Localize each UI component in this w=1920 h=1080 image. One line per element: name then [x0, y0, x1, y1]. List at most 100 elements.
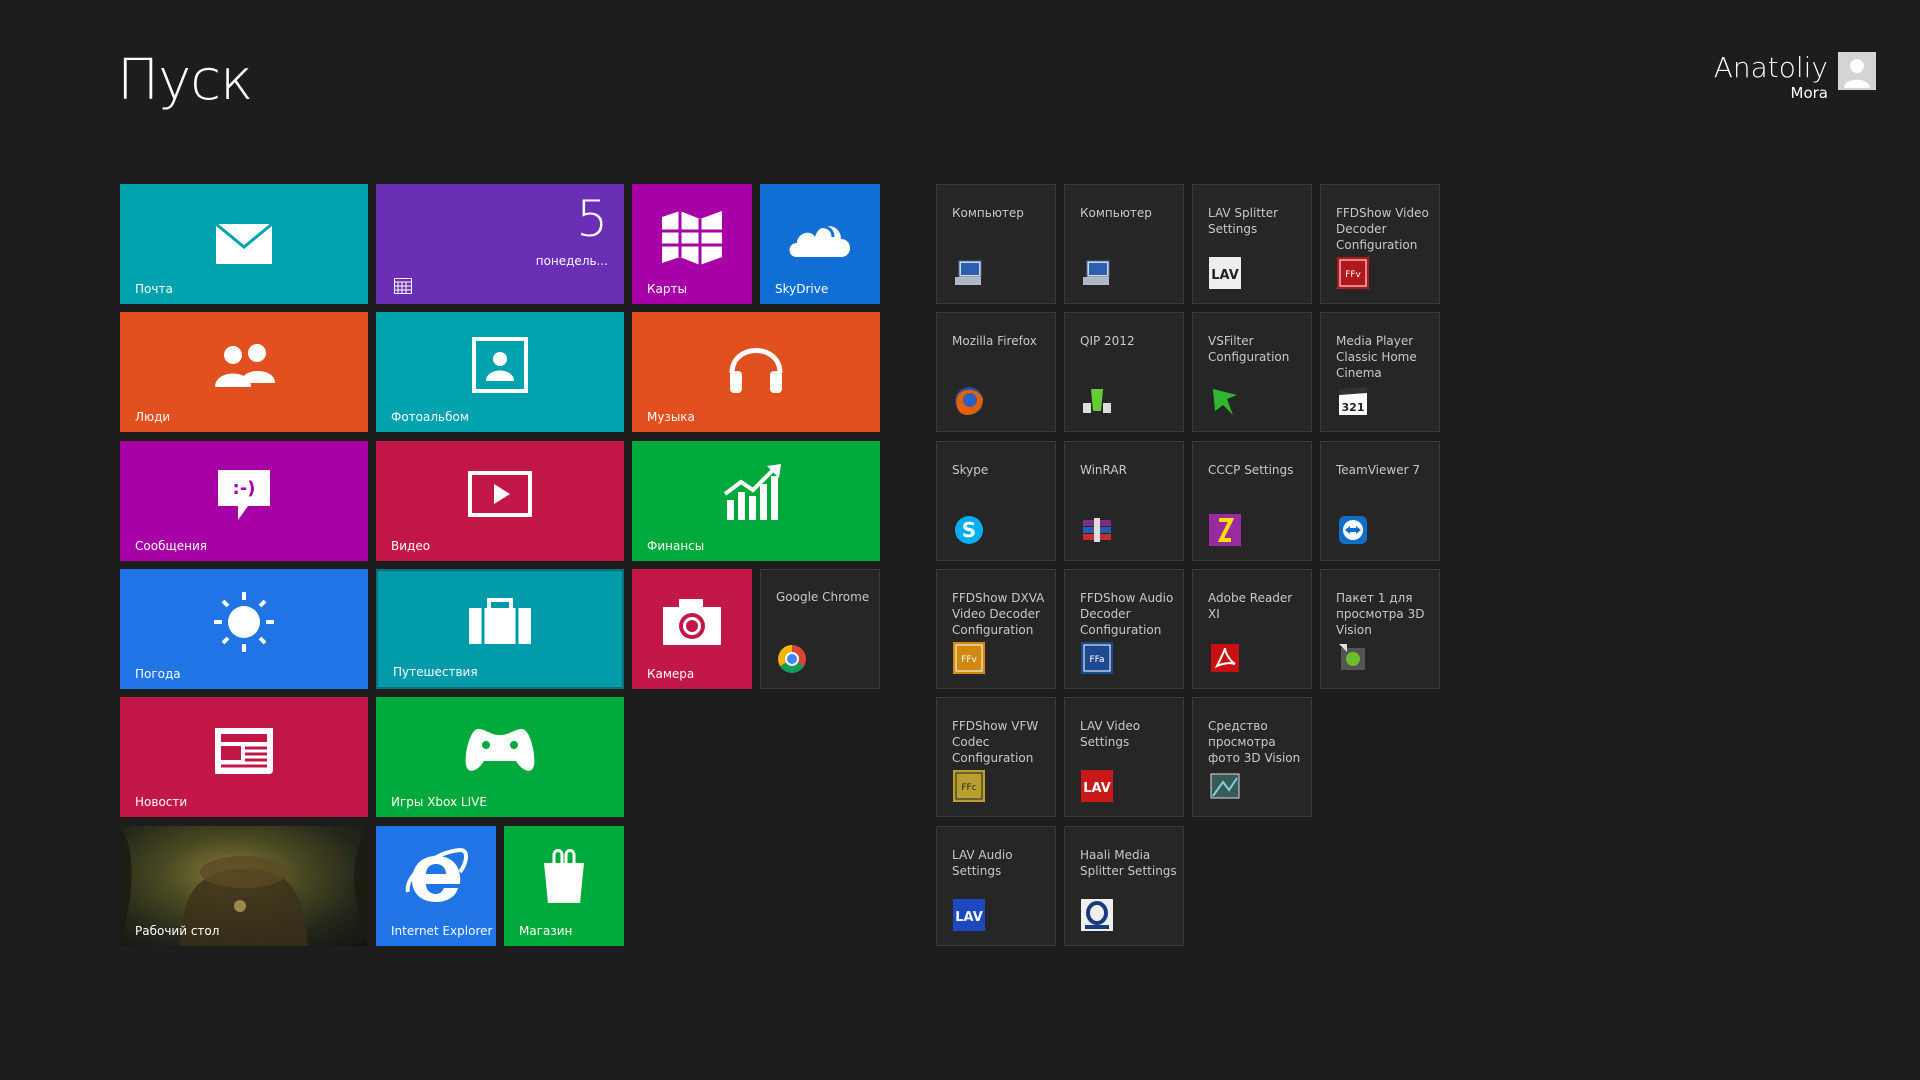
app-ffdshow-audio[interactable]: FFDShow Audio Decoder Configuration FFa: [1064, 569, 1184, 689]
vsfilter-icon: [1213, 389, 1237, 415]
teamviewer-icon: [1339, 516, 1367, 544]
app-label: Пакет 1 для просмотра 3D Vision: [1336, 591, 1425, 637]
computer-icon: [955, 260, 982, 285]
ffdshow-dxva-icon: FFv: [953, 642, 985, 674]
tile-maps[interactable]: Карты: [632, 184, 752, 304]
chrome-icon: [778, 645, 806, 673]
tile-finance[interactable]: Финансы: [632, 441, 880, 561]
app-3d-photo-viewer[interactable]: Средство просмотра фото 3D Vision: [1192, 697, 1312, 817]
tile-label: Новости: [135, 795, 188, 809]
chat-icon: :-): [218, 469, 270, 520]
app-3d-vision-pack[interactable]: Пакет 1 для просмотра 3D Vision: [1320, 569, 1440, 689]
photo-icon: [472, 336, 528, 393]
user-names: Anatoliy Mora: [1713, 51, 1828, 103]
cccp-icon: [1209, 514, 1241, 546]
app-cccp[interactable]: CCCP Settings: [1192, 441, 1312, 561]
newspaper-icon: [215, 727, 273, 774]
app-vsfilter[interactable]: VSFilter Configuration: [1192, 312, 1312, 432]
tile-label: Люди: [135, 410, 171, 424]
app-lav-video[interactable]: LAV Video Settings LAV: [1064, 697, 1184, 817]
chart-icon: [723, 464, 781, 521]
calendar-day: 5: [576, 190, 608, 248]
svg-text::-): :-): [233, 478, 256, 499]
tile-people[interactable]: Люди: [120, 312, 368, 432]
app-lav-splitter[interactable]: LAV Splitter Settings LAV: [1192, 184, 1312, 304]
tile-label: Путешествия: [393, 665, 478, 679]
tile-weather[interactable]: Погода: [120, 569, 368, 689]
tile-chrome[interactable]: Google Chrome: [760, 569, 880, 689]
app-label: Mozilla Firefox: [952, 334, 1037, 348]
3d-photo-icon: [1210, 773, 1240, 799]
ffdshow-icon: FFv: [1337, 257, 1369, 289]
skype-icon: S: [955, 516, 983, 544]
tile-desktop[interactable]: Рабочий стол: [120, 826, 368, 946]
app-label: FFDShow DXVA Video Decoder Configuration: [952, 591, 1045, 637]
qip-icon: [1083, 389, 1111, 413]
people-icon: [215, 343, 275, 387]
tile-calendar[interactable]: 5 понедель...: [376, 184, 624, 304]
svg-text:LAV: LAV: [1211, 268, 1239, 283]
lav-audio-icon: LAV: [953, 899, 985, 931]
app-label: CCCP Settings: [1208, 463, 1294, 477]
svg-text:FFv: FFv: [1345, 270, 1361, 280]
camera-icon: [663, 598, 721, 645]
tile-label: Камера: [647, 667, 695, 681]
tile-label: Рабочий стол: [135, 924, 220, 938]
svg-text:LAV: LAV: [955, 910, 983, 925]
tile-video[interactable]: Видео: [376, 441, 624, 561]
tile-label: Internet Explorer: [391, 924, 493, 938]
app-qip[interactable]: QIP 2012: [1064, 312, 1184, 432]
app-haali-splitter[interactable]: Haali Media Splitter Settings: [1064, 826, 1184, 946]
app-label: Haali Media Splitter Settings: [1080, 848, 1177, 878]
app-label: LAV Audio Settings: [952, 848, 1013, 878]
mail-icon: [215, 223, 273, 264]
user-last-name: Mora: [1790, 84, 1828, 102]
tile-camera[interactable]: Камера: [632, 569, 752, 689]
app-adobe-reader[interactable]: Adobe Reader XI: [1192, 569, 1312, 689]
tile-label: Почта: [135, 282, 173, 296]
app-label: Средство просмотра фото 3D Vision: [1208, 719, 1301, 765]
app-skype[interactable]: Skype S: [936, 441, 1056, 561]
app-computer[interactable]: Компьютер: [1064, 184, 1184, 304]
user-account[interactable]: Anatoliy Mora: [1714, 52, 1876, 102]
calendar-icon: [394, 278, 412, 294]
app-label: WinRAR: [1080, 463, 1127, 477]
tile-label: Видео: [391, 539, 431, 553]
app-winrar[interactable]: WinRAR: [1064, 441, 1184, 561]
tile-label: SkyDrive: [775, 282, 829, 296]
app-teamviewer[interactable]: TeamViewer 7: [1320, 441, 1440, 561]
tile-store[interactable]: Магазин: [504, 826, 624, 946]
app-mpc-hc[interactable]: Media Player Classic Home Cinema 321: [1320, 312, 1440, 432]
tile-mail[interactable]: Почта: [120, 184, 368, 304]
app-lav-audio[interactable]: LAV Audio Settings LAV: [936, 826, 1056, 946]
winrar-icon: [1083, 518, 1111, 542]
tile-travel[interactable]: Путешествия: [376, 569, 624, 689]
tile-xbox[interactable]: Игры Xbox LIVE: [376, 697, 624, 817]
tile-label: Погода: [135, 667, 181, 681]
tile-photos[interactable]: Фотоальбом: [376, 312, 624, 432]
tile-skydrive[interactable]: SkyDrive: [760, 184, 880, 304]
cloud-icon: [789, 225, 850, 257]
tile-news[interactable]: Новости: [120, 697, 368, 817]
app-label: Компьютер: [952, 206, 1024, 220]
ie-icon: [405, 848, 468, 903]
adobe-reader-icon: [1211, 644, 1239, 672]
app-ffdshow-vfw[interactable]: FFDShow VFW Codec Configuration FFc: [936, 697, 1056, 817]
3d-vision-icon: [1339, 644, 1365, 670]
tile-messaging[interactable]: :-) Сообщения: [120, 441, 368, 561]
avatar[interactable]: [1838, 52, 1876, 90]
app-firefox[interactable]: Mozilla Firefox: [936, 312, 1056, 432]
app-ffdshow-dxva[interactable]: FFDShow DXVA Video Decoder Configuration…: [936, 569, 1056, 689]
suitcase-icon: [469, 598, 531, 645]
app-label: Media Player Classic Home Cinema: [1336, 334, 1417, 380]
tile-ie[interactable]: Internet Explorer: [376, 826, 496, 946]
tile-label: Магазин: [519, 924, 573, 938]
app-ffdshow-video[interactable]: FFDShow Video Decoder Configuration FFv: [1320, 184, 1440, 304]
app-computer[interactable]: Компьютер: [936, 184, 1056, 304]
user-first-name: Anatoliy: [1713, 51, 1828, 84]
gamepad-icon: [465, 728, 535, 771]
ffdshow-vfw-icon: FFc: [953, 770, 985, 802]
firefox-icon: [955, 387, 983, 415]
tile-music[interactable]: Музыка: [632, 312, 880, 432]
svg-text:S: S: [962, 518, 976, 542]
